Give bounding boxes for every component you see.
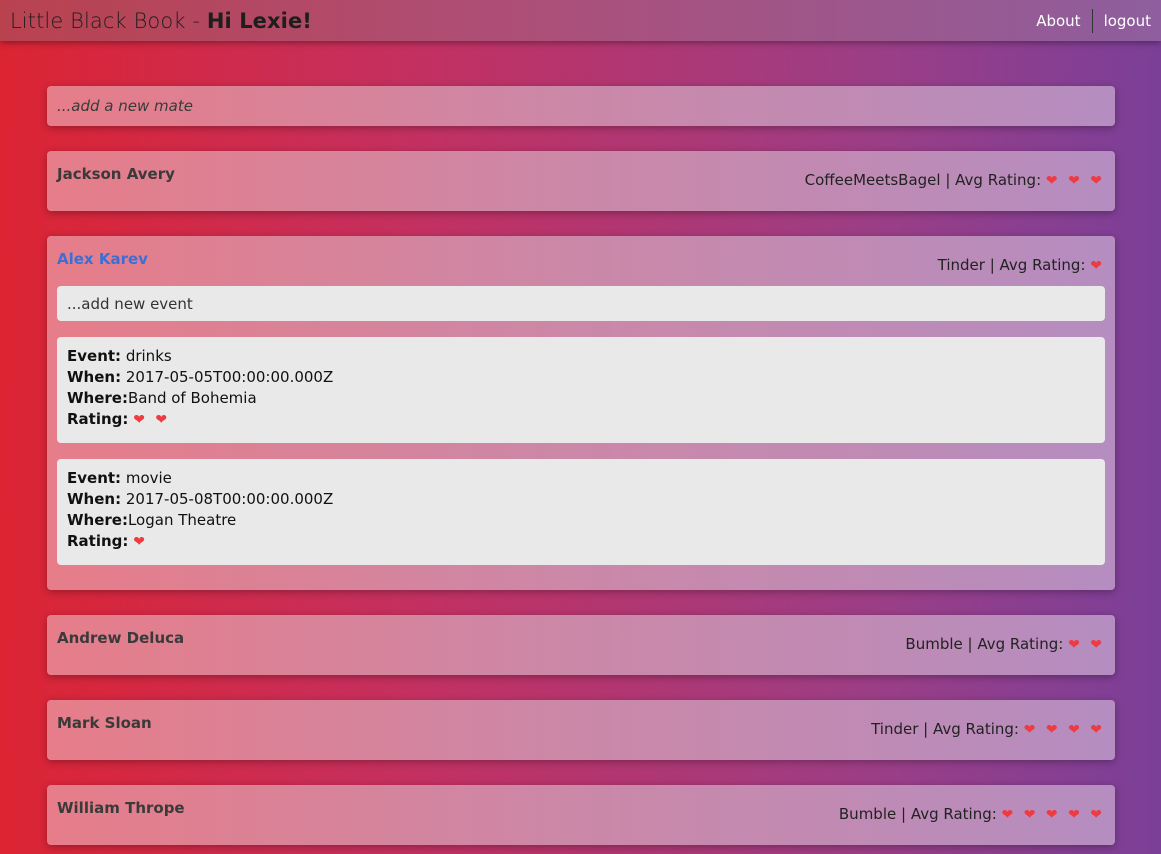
nav-divider bbox=[1091, 8, 1093, 33]
event-row: Event: movie bbox=[67, 468, 1095, 489]
dating-app: Tinder bbox=[937, 256, 985, 274]
heart-icon: ❤ ❤ bbox=[1068, 637, 1105, 653]
heart-icon: ❤ ❤ ❤ ❤ ❤ bbox=[1001, 807, 1105, 823]
when-value: 2017-05-05T00:00:00.000Z bbox=[125, 368, 334, 386]
dating-app: Bumble bbox=[838, 805, 897, 823]
rating-label: Rating: bbox=[67, 532, 129, 550]
mate-header: Mark Sloan Tinder | Avg Rating: ❤ ❤ ❤ ❤ bbox=[57, 710, 1105, 760]
dating-app: CoffeeMeetsBagel bbox=[804, 171, 941, 189]
mate-header: William Thrope Bumble | Avg Rating: ❤ ❤ … bbox=[57, 795, 1105, 845]
when-row: When: 2017-05-08T00:00:00.000Z bbox=[67, 489, 1095, 510]
event-label: Event: bbox=[67, 469, 122, 487]
where-value: Band of Bohemia bbox=[127, 389, 257, 407]
when-label: When: bbox=[67, 490, 122, 508]
when-row: When: 2017-05-05T00:00:00.000Z bbox=[67, 367, 1095, 388]
mate-meta: Tinder | Avg Rating: ❤ bbox=[937, 256, 1105, 274]
event-value: movie bbox=[125, 469, 172, 487]
heart-icon: ❤ ❤ bbox=[133, 412, 171, 428]
mate-meta: CoffeeMeetsBagel | Avg Rating: ❤ ❤ ❤ bbox=[804, 171, 1105, 189]
mate-card-alex-karev[interactable]: Alex Karev Tinder | Avg Rating: ❤ ...add… bbox=[47, 236, 1115, 590]
event-label: Event: bbox=[67, 347, 122, 365]
mate-name[interactable]: Andrew Deluca bbox=[57, 629, 184, 647]
mate-meta: Tinder | Avg Rating: ❤ ❤ ❤ ❤ bbox=[871, 720, 1105, 738]
greeting: Hi Lexie! bbox=[206, 8, 312, 33]
where-row: Where:Logan Theatre bbox=[67, 510, 1095, 531]
heart-icon: ❤ bbox=[1090, 258, 1105, 274]
nav-links: About logout bbox=[1036, 8, 1151, 33]
rating-row: Rating: ❤ bbox=[67, 531, 1095, 553]
mate-header: Andrew Deluca Bumble | Avg Rating: ❤ ❤ bbox=[57, 625, 1105, 675]
mate-name[interactable]: William Thrope bbox=[57, 799, 185, 817]
mate-meta: Bumble | Avg Rating: ❤ ❤ ❤ ❤ ❤ bbox=[838, 805, 1105, 823]
add-event-input[interactable]: ...add new event bbox=[57, 286, 1105, 321]
where-label: Where: bbox=[67, 511, 128, 529]
mate-name[interactable]: Mark Sloan bbox=[57, 714, 152, 732]
dating-app: Bumble bbox=[905, 635, 963, 653]
mate-card-andrew-deluca[interactable]: Andrew Deluca Bumble | Avg Rating: ❤ ❤ bbox=[47, 615, 1115, 675]
where-label: Where: bbox=[67, 389, 128, 407]
heart-icon: ❤ ❤ ❤ ❤ bbox=[1023, 722, 1105, 738]
when-value: 2017-05-08T00:00:00.000Z bbox=[125, 490, 334, 508]
rating-row: Rating: ❤ ❤ bbox=[67, 409, 1095, 431]
when-label: When: bbox=[67, 368, 122, 386]
event-value: drinks bbox=[125, 347, 172, 365]
mate-header: Jackson Avery CoffeeMeetsBagel | Avg Rat… bbox=[57, 161, 1105, 211]
heart-icon: ❤ ❤ ❤ bbox=[1045, 173, 1105, 189]
avg-rating-label: Avg Rating: bbox=[955, 171, 1046, 189]
heart-icon: ❤ bbox=[133, 534, 148, 550]
mate-name[interactable]: Jackson Avery bbox=[57, 165, 175, 183]
where-row: Where:Band of Bohemia bbox=[67, 388, 1095, 409]
rating-label: Rating: bbox=[67, 410, 129, 428]
avg-rating-label: Avg Rating: bbox=[977, 635, 1069, 653]
mate-header: Alex Karev Tinder | Avg Rating: ❤ bbox=[57, 246, 1105, 286]
dating-app: Tinder bbox=[871, 720, 919, 738]
event-row: Event: drinks bbox=[67, 346, 1095, 367]
mate-meta: Bumble | Avg Rating: ❤ ❤ bbox=[905, 635, 1105, 653]
main-content: ...add a new mate Jackson Avery CoffeeMe… bbox=[0, 41, 1161, 845]
mate-card-mark-sloan[interactable]: Mark Sloan Tinder | Avg Rating: ❤ ❤ ❤ ❤ bbox=[47, 700, 1115, 760]
mate-card-jackson-avery[interactable]: Jackson Avery CoffeeMeetsBagel | Avg Rat… bbox=[47, 151, 1115, 211]
top-navbar: Little Black Book - Hi Lexie! About logo… bbox=[0, 0, 1161, 41]
event-card[interactable]: Event: movie When: 2017-05-08T00:00:00.0… bbox=[57, 459, 1105, 565]
event-card[interactable]: Event: drinks When: 2017-05-05T00:00:00.… bbox=[57, 337, 1105, 443]
avg-rating-label: Avg Rating: bbox=[932, 720, 1024, 738]
mate-card-william-thrope[interactable]: William Thrope Bumble | Avg Rating: ❤ ❤ … bbox=[47, 785, 1115, 845]
add-mate-input[interactable]: ...add a new mate bbox=[47, 86, 1115, 126]
mate-name[interactable]: Alex Karev bbox=[57, 250, 148, 268]
app-title[interactable]: Little Black Book - Hi Lexie! bbox=[10, 9, 312, 33]
app-title-text: Little Black Book - bbox=[10, 8, 207, 33]
where-value: Logan Theatre bbox=[127, 511, 237, 529]
avg-rating-label: Avg Rating: bbox=[910, 805, 1002, 823]
about-link[interactable]: About bbox=[1036, 12, 1080, 30]
logout-link[interactable]: logout bbox=[1104, 12, 1151, 30]
avg-rating-label: Avg Rating: bbox=[999, 256, 1091, 274]
